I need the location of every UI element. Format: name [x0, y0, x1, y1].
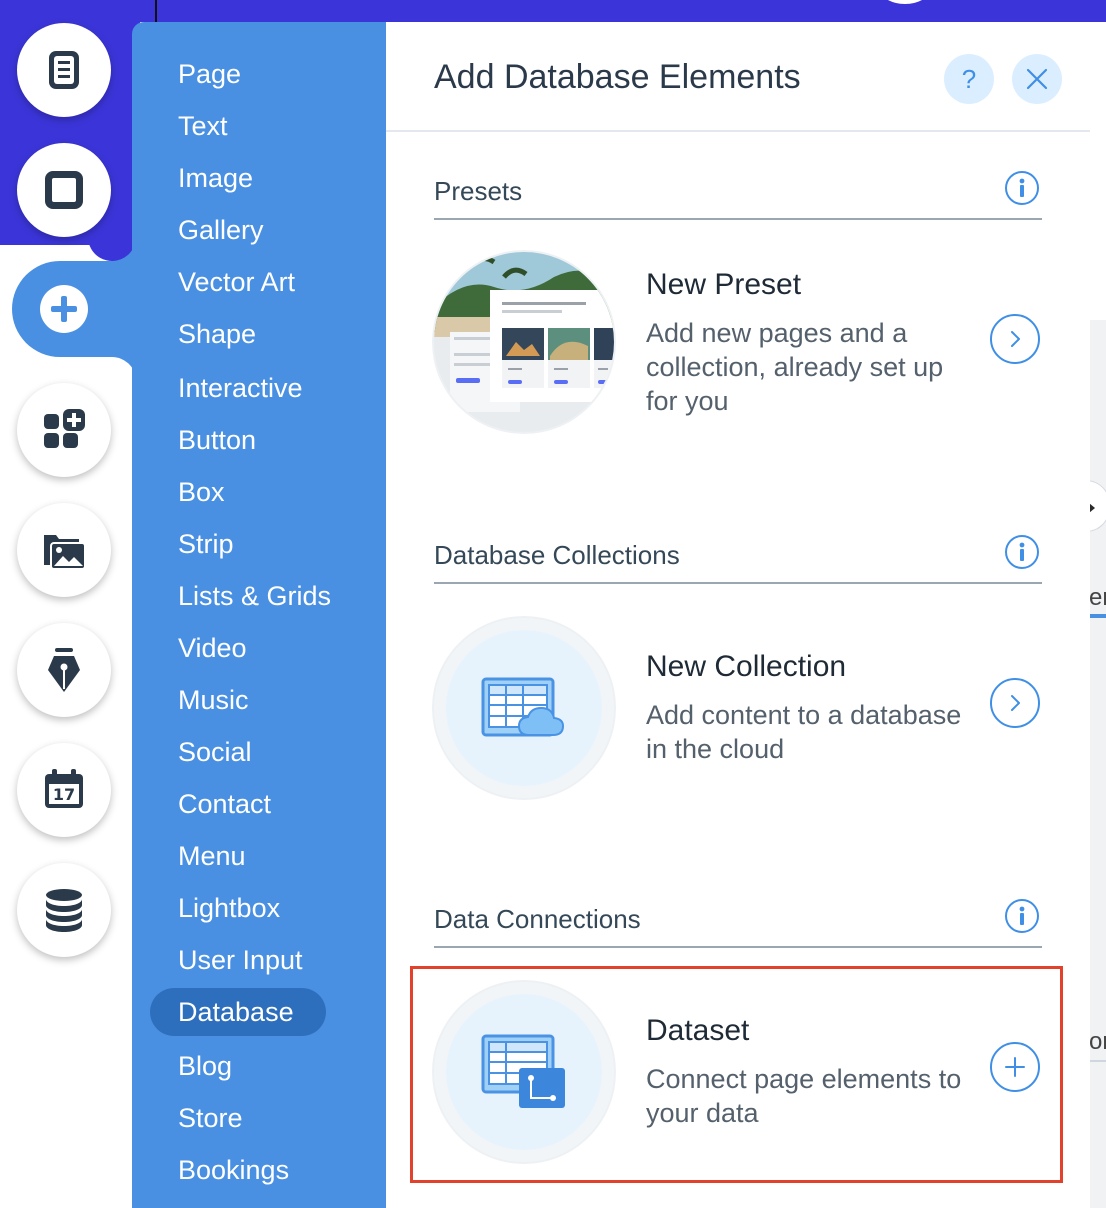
chevron-right-icon	[1011, 331, 1020, 347]
section-title-data-connections: Data Connections	[434, 904, 641, 934]
media-button[interactable]	[17, 503, 111, 597]
preset-illustration	[434, 252, 614, 432]
database-icon	[46, 889, 82, 932]
canvas-text-fragment: or	[1089, 1028, 1106, 1055]
category-music[interactable]: Music	[178, 680, 249, 720]
section-divider	[434, 946, 1042, 948]
help-icon: ?	[961, 63, 977, 94]
category-user-input[interactable]: User Input	[178, 940, 303, 980]
category-interactive[interactable]: Interactive	[178, 368, 303, 408]
category-bookings[interactable]: Bookings	[178, 1150, 289, 1190]
canvas-line	[1090, 614, 1106, 618]
category-text[interactable]: Text	[178, 106, 228, 146]
calendar-button[interactable]: 17	[17, 743, 111, 837]
add-apps-icon	[44, 409, 85, 448]
category-vector-art[interactable]: Vector Art	[178, 262, 295, 302]
category-database[interactable]: Database	[178, 992, 294, 1032]
category-shape[interactable]: Shape	[178, 314, 256, 354]
new-preset-button[interactable]	[990, 314, 1040, 364]
background-button[interactable]	[17, 143, 111, 237]
category-image[interactable]: Image	[178, 158, 253, 198]
canvas-text-fragment: er	[1089, 584, 1106, 611]
category-button[interactable]: Button	[178, 420, 256, 460]
media-icon	[44, 535, 86, 570]
canvas-guide-line	[155, 0, 157, 22]
pages-icon	[49, 51, 79, 89]
category-blog[interactable]: Blog	[178, 1046, 232, 1086]
category-video[interactable]: Video	[178, 628, 247, 668]
info-icon[interactable]	[1004, 534, 1040, 570]
category-gallery[interactable]: Gallery	[178, 210, 264, 250]
editor-canvas-top	[0, 0, 1106, 22]
canvas-line	[1090, 1060, 1106, 1062]
category-store[interactable]: Store	[178, 1098, 243, 1138]
svg-text:17: 17	[53, 785, 75, 804]
help-button[interactable]: ?	[944, 54, 994, 104]
category-social[interactable]: Social	[178, 732, 252, 772]
new-collection-button[interactable]	[990, 678, 1040, 728]
category-lightbox[interactable]: Lightbox	[178, 888, 280, 928]
dataset-highlight-box	[410, 966, 1063, 1183]
pen-button[interactable]	[17, 623, 111, 717]
panel-title: Add Database Elements	[434, 58, 801, 96]
category-contact[interactable]: Contact	[178, 784, 271, 824]
background-icon	[45, 171, 83, 209]
info-icon[interactable]	[1004, 170, 1040, 206]
item-title-new-preset: New Preset	[646, 268, 802, 301]
preset-thumbnail[interactable]	[434, 252, 614, 432]
category-strip[interactable]: Strip	[178, 524, 234, 564]
info-icon[interactable]	[1004, 898, 1040, 934]
section-divider	[434, 218, 1042, 220]
item-title-new-collection: New Collection	[646, 650, 847, 683]
add-icon	[51, 296, 77, 322]
pages-button[interactable]	[17, 23, 111, 117]
add-apps-button[interactable]	[17, 383, 111, 477]
canvas-right-strip	[1090, 320, 1106, 1208]
close-button[interactable]	[1012, 54, 1062, 104]
section-title-presets: Presets	[434, 176, 523, 206]
category-lists-grids[interactable]: Lists & Grids	[178, 576, 331, 616]
header-divider	[386, 130, 1090, 132]
category-menu[interactable]: Menu	[178, 836, 246, 876]
chevron-right-icon	[1011, 695, 1020, 711]
close-icon	[1026, 68, 1048, 90]
category-page[interactable]: Page	[178, 54, 241, 94]
category-box[interactable]: Box	[178, 472, 225, 512]
add-button[interactable]	[40, 285, 88, 333]
section-title-database-collections: Database Collections	[434, 540, 680, 570]
database-button[interactable]	[17, 863, 111, 957]
table-cloud-icon	[481, 677, 565, 737]
collection-thumbnail[interactable]	[434, 618, 614, 798]
pen-icon	[48, 648, 80, 692]
item-description: Add content to a database in the cloud	[646, 700, 962, 764]
item-description: Add new pages and a collection, already …	[646, 318, 944, 416]
calendar-icon: 17	[45, 769, 83, 808]
category-menu: Page Text Image Gallery Vector Art Shape…	[132, 22, 386, 1208]
section-divider	[434, 582, 1042, 584]
